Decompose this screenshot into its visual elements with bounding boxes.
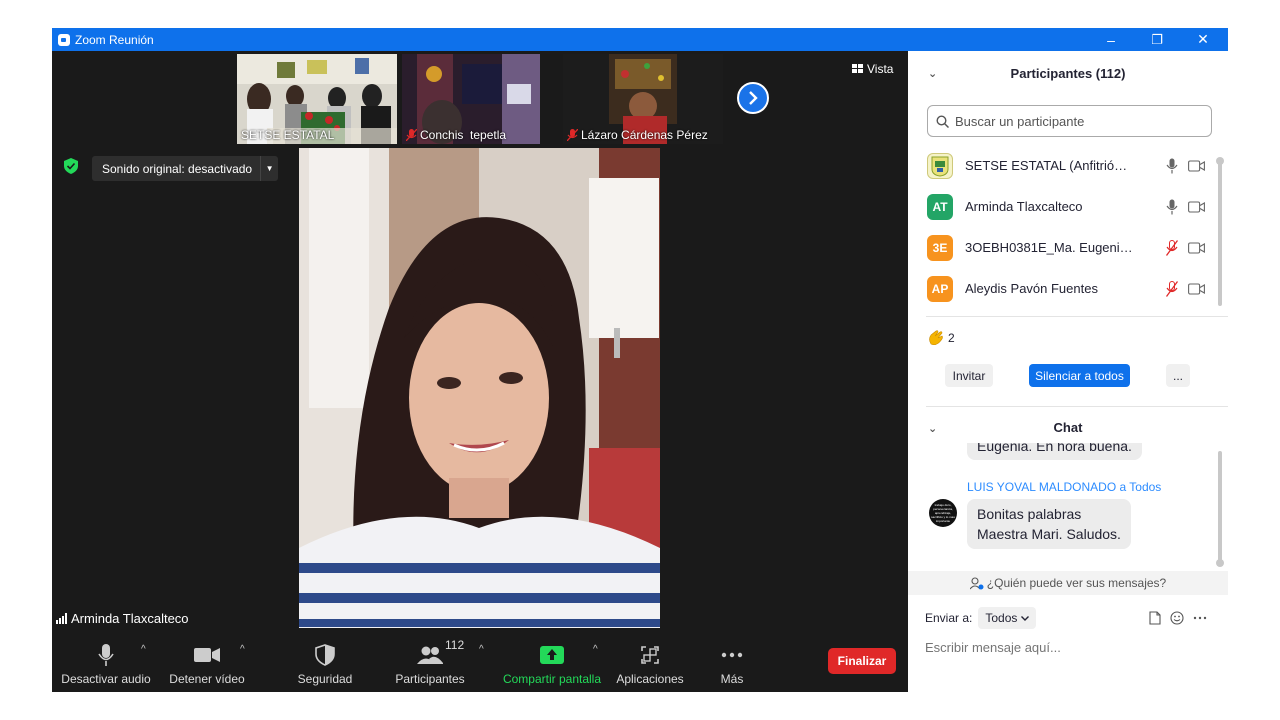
microphone-icon[interactable] — [1166, 158, 1178, 174]
video-camera-icon[interactable] — [1188, 200, 1205, 213]
chat-messages[interactable]: Eugenia. En hora buena. LUIS YOVAL MALDO… — [908, 443, 1228, 571]
active-speaker-video — [299, 148, 660, 628]
microphone-icon — [98, 644, 114, 666]
audio-options-caret-icon[interactable]: ^ — [141, 644, 146, 655]
end-meeting-button[interactable]: Finalizar — [828, 648, 896, 674]
reaction-counter: 2 — [928, 330, 955, 345]
original-sound-toggle[interactable]: Sonido original: desactivado ▼ — [92, 156, 279, 181]
chevron-right-icon — [749, 91, 758, 105]
stop-video-button[interactable]: Detener vídeo — [164, 634, 250, 692]
search-placeholder: Buscar un participante — [955, 113, 1085, 129]
invite-button[interactable]: Invitar — [945, 364, 993, 387]
more-dots-icon[interactable] — [1193, 616, 1207, 620]
zoom-logo-icon — [58, 33, 70, 46]
microphone-icon[interactable] — [1166, 199, 1178, 215]
window-title: Zoom Reunión — [75, 32, 154, 47]
thumbnail-video[interactable]: Lázaro Cárdenas Pérez — [563, 54, 723, 144]
encryption-shield-icon[interactable] — [64, 158, 78, 174]
collapse-chevron-icon[interactable]: ⌄ — [928, 67, 937, 80]
next-page-button[interactable] — [737, 82, 769, 114]
video-camera-icon — [194, 648, 220, 662]
side-panel: ⌄ Participantes (112) Buscar un particip… — [908, 51, 1228, 692]
more-dots-icon — [721, 652, 743, 658]
sender-avatar: trabajo duro, perseverancia, aprendizaje… — [929, 499, 957, 527]
security-shield-icon — [315, 644, 335, 666]
user-visibility-icon — [969, 576, 984, 589]
participants-more-button[interactable]: ... — [1166, 364, 1190, 387]
thumbnail-name: Conchis tepetla — [406, 128, 506, 142]
video-camera-icon[interactable] — [1188, 282, 1205, 295]
recipient-dropdown[interactable]: Todos — [978, 607, 1037, 629]
participant-list[interactable]: SETSE ESTATAL (Anfitrión, yo) AT Arminda… — [908, 145, 1228, 337]
chevron-down-icon — [1021, 615, 1030, 621]
connection-bars-icon — [56, 612, 67, 624]
mic-muted-icon[interactable] — [1166, 280, 1178, 297]
share-screen-icon — [540, 646, 564, 664]
mute-audio-button[interactable]: Desactivar audio — [60, 634, 152, 692]
close-button[interactable]: ✕ — [1180, 28, 1226, 51]
clapping-hands-icon — [929, 330, 943, 345]
mic-muted-icon — [567, 129, 578, 141]
zoom-window: Zoom Reunión – ❐ ✕ SETSE ESTATAL Conchis… — [52, 28, 1228, 692]
file-icon[interactable] — [1149, 611, 1161, 625]
divider — [926, 406, 1228, 407]
participant-search-field[interactable]: Buscar un participante — [927, 105, 1212, 137]
speaker-video-image — [299, 148, 660, 628]
emoji-icon[interactable] — [1170, 611, 1184, 625]
share-options-caret-icon[interactable]: ^ — [593, 644, 598, 655]
avatar: AP — [927, 275, 953, 302]
chat-message: Bonitas palabras Maestra Mari. Saludos. — [967, 499, 1131, 549]
participant-row[interactable]: SETSE ESTATAL (Anfitrión, yo) — [908, 145, 1228, 186]
mic-muted-icon — [406, 129, 417, 141]
chat-message-input[interactable] — [925, 637, 1215, 657]
participants-icon — [417, 646, 443, 664]
participant-list-scrollbar[interactable] — [1216, 157, 1224, 306]
title-bar: Zoom Reunión – ❐ ✕ — [52, 28, 1228, 51]
apps-button[interactable]: Aplicaciones — [614, 634, 686, 692]
participants-header: ⌄ Participantes (112) — [928, 66, 1126, 81]
participants-options-caret-icon[interactable]: ^ — [479, 644, 484, 655]
thumbnail-name: Lázaro Cárdenas Pérez — [567, 128, 708, 142]
mute-all-button[interactable]: Silenciar a todos — [1029, 364, 1130, 387]
apps-icon — [641, 646, 659, 664]
participant-count-badge: 112 — [445, 638, 465, 652]
chat-sender: LUIS YOVAL MALDONADO a Todos — [967, 480, 1162, 494]
send-to-row: Enviar a: Todos — [925, 607, 1037, 629]
chat-tools — [1149, 611, 1207, 625]
security-button[interactable]: Seguridad — [290, 634, 360, 692]
participant-row[interactable]: 3E 3OEBH0381E_Ma. Eugenia Panecatl Herná… — [908, 227, 1228, 268]
meeting-toolbar: Desactivar audio ^ Detener vídeo ^ Segur… — [52, 634, 908, 692]
grid-view-icon — [852, 64, 863, 73]
avatar: 3E — [927, 234, 953, 261]
share-screen-button[interactable]: Compartir pantalla — [498, 634, 606, 692]
participants-button[interactable]: 112 Participantes — [392, 634, 468, 692]
minimize-button[interactable]: – — [1088, 28, 1134, 51]
setse-logo-icon — [931, 156, 949, 177]
chat-message: Eugenia. En hora buena. — [967, 443, 1142, 460]
participant-row[interactable]: AT Arminda Tlaxcalteco — [908, 186, 1228, 227]
thumbnail-name: SETSE ESTATAL — [241, 128, 335, 142]
more-button[interactable]: Más — [714, 634, 750, 692]
avatar — [927, 152, 953, 179]
chat-scrollbar[interactable] — [1216, 451, 1224, 567]
search-icon — [936, 114, 949, 128]
participant-row[interactable]: AP Aleydis Pavón Fuentes — [908, 268, 1228, 309]
dropdown-arrow-icon[interactable]: ▼ — [260, 156, 278, 181]
chat-visibility-notice[interactable]: ¿Quién puede ver sus mensajes? — [908, 571, 1228, 595]
thumbnail-video[interactable]: Conchis tepetla — [402, 54, 540, 144]
avatar: AT — [927, 193, 953, 220]
thumbnail-video[interactable]: SETSE ESTATAL — [237, 54, 397, 144]
divider — [926, 316, 1228, 317]
active-speaker-label: Arminda Tlaxcalteco — [52, 607, 195, 629]
video-options-caret-icon[interactable]: ^ — [240, 644, 245, 655]
video-camera-icon[interactable] — [1188, 159, 1205, 172]
video-area: SETSE ESTATAL Conchis tepetla Lázaro Cár… — [52, 51, 908, 692]
mic-muted-icon[interactable] — [1166, 239, 1178, 256]
collapse-chevron-icon[interactable]: ⌄ — [928, 422, 937, 435]
video-camera-icon[interactable] — [1188, 241, 1205, 254]
restore-button[interactable]: ❐ — [1134, 28, 1180, 51]
view-button[interactable]: Vista — [852, 62, 893, 76]
chat-header: ⌄ Chat — [928, 419, 1083, 436]
